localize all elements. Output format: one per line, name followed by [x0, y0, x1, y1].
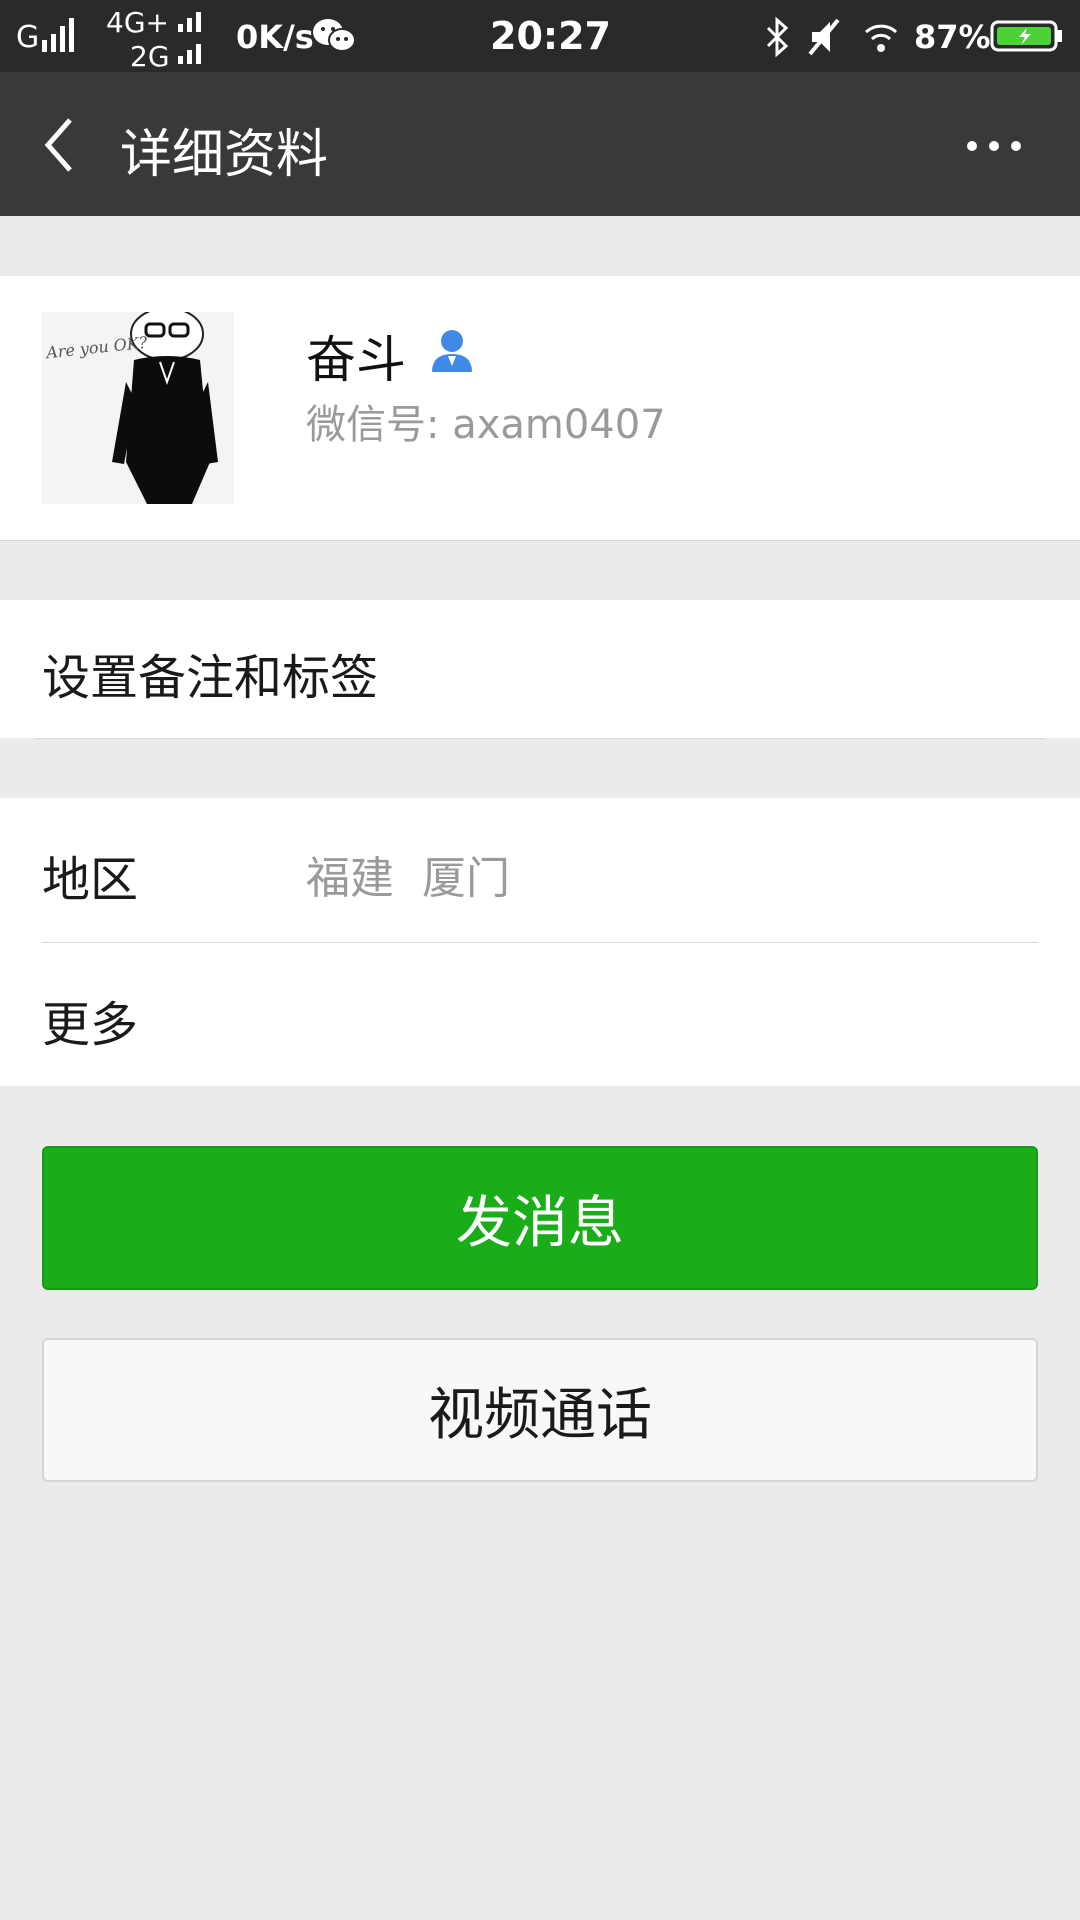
battery-icon [990, 20, 1064, 56]
page-title: 详细资料 [120, 125, 329, 185]
network-type-top: 4G+ [106, 6, 169, 39]
video-call-button[interactable]: 视频通话 [42, 1338, 1038, 1482]
battery-percent: 87% [914, 18, 991, 56]
divider [0, 540, 1080, 541]
signal-icon [42, 18, 74, 52]
region-value: 福建 厦门 [306, 853, 510, 904]
more-row[interactable]: 更多 [0, 943, 1080, 1086]
set-remark-and-tags-row[interactable]: 设置备注和标签 [0, 600, 1080, 738]
remark-row-label: 设置备注和标签 [42, 650, 379, 706]
status-bar: G 4G+ 2G 0K/s 20:27 87% [0, 0, 1080, 73]
carrier-label: G [16, 20, 40, 55]
signal-icon-3 [178, 44, 201, 64]
info-group: 地区 福建 厦门 更多 [0, 798, 1080, 1086]
profile-card[interactable]: Are you OK? 奋斗 微信号: axam0407 [0, 276, 1080, 540]
network-type-bottom: 2G [130, 40, 170, 73]
more-options-icon[interactable] [964, 132, 1024, 160]
region-label: 地区 [42, 852, 139, 908]
bluetooth-icon [764, 16, 792, 62]
region-row: 地区 福建 厦门 [0, 798, 1080, 942]
wechat-id: 微信号: axam0407 [306, 402, 666, 448]
silent-mode-icon [806, 16, 842, 62]
network-speed: 0K/s [236, 18, 314, 56]
wechat-notification-icon [312, 16, 356, 60]
clock: 20:27 [490, 14, 611, 58]
send-message-button[interactable]: 发消息 [42, 1146, 1038, 1290]
profile-name: 奋斗 [306, 331, 406, 389]
signal-icon-2 [178, 12, 201, 32]
wifi-icon [860, 14, 902, 62]
avatar[interactable]: Are you OK? [42, 312, 234, 504]
navigation-bar: 详细资料 [0, 72, 1080, 216]
contact-person-icon [428, 326, 476, 378]
divider [36, 738, 1044, 739]
back-arrow-icon[interactable] [40, 116, 90, 174]
more-label: 更多 [42, 997, 139, 1053]
